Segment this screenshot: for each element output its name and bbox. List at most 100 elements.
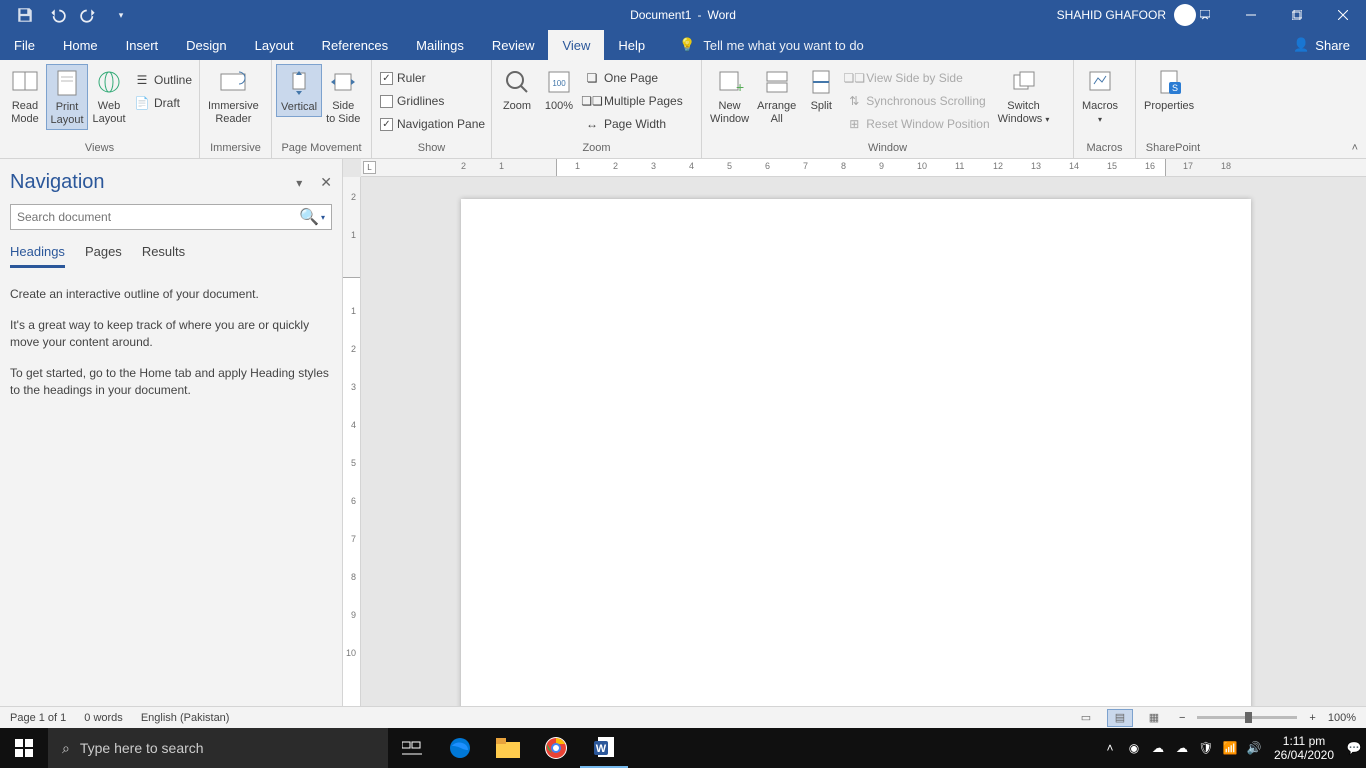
- zoom-slider[interactable]: [1197, 716, 1297, 719]
- language-indicator[interactable]: English (Pakistan): [141, 712, 230, 724]
- nav-tab-results[interactable]: Results: [142, 244, 185, 268]
- one-page-button[interactable]: ❏One Page: [584, 68, 683, 88]
- tab-home[interactable]: Home: [49, 30, 112, 60]
- task-view-icon[interactable]: [388, 728, 436, 768]
- tab-indicator-icon[interactable]: L: [363, 161, 376, 174]
- minimize-icon[interactable]: [1228, 0, 1274, 30]
- vertical-button[interactable]: Vertical: [276, 64, 322, 117]
- taskbar-search-placeholder: Type here to search: [80, 740, 204, 756]
- tray-chevron-icon[interactable]: ˄: [1098, 728, 1122, 768]
- search-icon: ⌕: [62, 740, 70, 757]
- collapse-ribbon-icon[interactable]: ˄: [1352, 142, 1358, 154]
- search-input[interactable]: [10, 204, 332, 230]
- nav-text-1: Create an interactive outline of your do…: [10, 286, 332, 303]
- tab-file[interactable]: File: [0, 30, 49, 60]
- tray-weather-icon[interactable]: ☁: [1170, 728, 1194, 768]
- read-mode-button[interactable]: Read Mode: [4, 64, 46, 128]
- gridlines-checkbox[interactable]: Gridlines: [380, 91, 485, 111]
- horizontal-ruler[interactable]: L 21123456789101112131415161718: [361, 159, 1366, 177]
- tab-mailings[interactable]: Mailings: [402, 30, 478, 60]
- tab-review[interactable]: Review: [478, 30, 549, 60]
- navigation-pane-checkbox[interactable]: ✓Navigation Pane: [380, 114, 485, 134]
- ribbon-display-icon[interactable]: [1182, 0, 1228, 30]
- properties-button[interactable]: SProperties: [1140, 64, 1198, 115]
- tray-wifi-icon[interactable]: 📶: [1218, 728, 1242, 768]
- navigation-title: Navigation: [10, 171, 105, 194]
- zoom-button[interactable]: Zoom: [496, 64, 538, 115]
- ruler-checkbox[interactable]: ✓Ruler: [380, 68, 485, 88]
- group-sharepoint-label: SharePoint: [1136, 142, 1210, 159]
- group-macros-label: Macros: [1074, 142, 1135, 159]
- zoom-out-button[interactable]: −: [1175, 712, 1189, 724]
- tab-insert[interactable]: Insert: [112, 30, 173, 60]
- zoom-100-button[interactable]: 100100%: [538, 64, 580, 115]
- tell-me-label: Tell me what you want to do: [703, 38, 863, 53]
- close-icon[interactable]: [1320, 0, 1366, 30]
- tell-me-search[interactable]: 💡 Tell me what you want to do: [679, 37, 864, 53]
- draft-button[interactable]: 📄Draft: [134, 93, 192, 113]
- search-icon[interactable]: 🔍 ▾: [294, 206, 330, 228]
- print-layout-view-icon[interactable]: ▤: [1107, 709, 1133, 727]
- edge-icon[interactable]: [436, 728, 484, 768]
- tab-view[interactable]: View: [548, 30, 604, 60]
- ribbon: Read Mode Print Layout Web Layout ☰Outli…: [0, 60, 1366, 159]
- document-area: L 21123456789101112131415161718 21123456…: [343, 159, 1366, 728]
- side-to-side-button[interactable]: Side to Side: [322, 64, 364, 128]
- tab-help[interactable]: Help: [604, 30, 659, 60]
- tray-meet-icon[interactable]: ◉: [1122, 728, 1146, 768]
- web-layout-button[interactable]: Web Layout: [88, 64, 130, 128]
- taskbar: ⌕ Type here to search W ˄ ◉ ☁ ☁ 🛡 📶 🔊 1:…: [0, 728, 1366, 768]
- split-button[interactable]: Split: [800, 64, 842, 115]
- ribbon-tabs: File Home Insert Design Layout Reference…: [0, 30, 1366, 60]
- page-indicator[interactable]: Page 1 of 1: [10, 712, 66, 724]
- tab-references[interactable]: References: [308, 30, 402, 60]
- nav-close-icon[interactable]: ✕: [320, 174, 332, 191]
- group-views-label: Views: [0, 142, 199, 159]
- status-bar: Page 1 of 1 0 words English (Pakistan) ▭…: [0, 706, 1366, 728]
- page-width-button[interactable]: ↔Page Width: [584, 114, 683, 134]
- tray-onedrive-icon[interactable]: ☁: [1146, 728, 1170, 768]
- group-zoom-label: Zoom: [492, 142, 701, 159]
- undo-icon[interactable]: [48, 6, 66, 24]
- svg-text:100: 100: [552, 79, 566, 88]
- zoom-level[interactable]: 100%: [1328, 712, 1356, 724]
- nav-tab-headings[interactable]: Headings: [10, 244, 65, 268]
- reset-window-button: ⊞Reset Window Position: [846, 114, 989, 134]
- taskbar-clock[interactable]: 1:11 pm 26/04/2020: [1266, 734, 1342, 762]
- word-count[interactable]: 0 words: [84, 712, 123, 724]
- file-explorer-icon[interactable]: [484, 728, 532, 768]
- title-sep: -: [697, 8, 701, 22]
- vertical-ruler[interactable]: 2112345678910: [343, 177, 361, 728]
- read-mode-view-icon[interactable]: ▭: [1073, 709, 1099, 727]
- multiple-pages-button[interactable]: ❏❏Multiple Pages: [584, 91, 683, 111]
- save-icon[interactable]: [16, 6, 34, 24]
- start-button[interactable]: [0, 728, 48, 768]
- svg-text:+: +: [736, 79, 744, 95]
- maximize-icon[interactable]: [1274, 0, 1320, 30]
- chrome-icon[interactable]: [532, 728, 580, 768]
- immersive-reader-button[interactable]: Immersive Reader: [204, 64, 263, 128]
- group-immersive-label: Immersive: [200, 142, 271, 159]
- tray-volume-icon[interactable]: 🔊: [1242, 728, 1266, 768]
- redo-icon[interactable]: [80, 6, 98, 24]
- macros-button[interactable]: Macros▾: [1078, 64, 1122, 128]
- notifications-icon[interactable]: 💬: [1342, 728, 1366, 768]
- qat-dropdown-icon[interactable]: ▾: [112, 6, 130, 24]
- tab-design[interactable]: Design: [172, 30, 240, 60]
- new-window-button[interactable]: +New Window: [706, 64, 753, 128]
- tray-security-icon[interactable]: 🛡: [1194, 728, 1218, 768]
- web-layout-view-icon[interactable]: ▦: [1141, 709, 1167, 727]
- word-icon[interactable]: W: [580, 728, 628, 768]
- switch-windows-button[interactable]: Switch Windows ▾: [994, 64, 1054, 128]
- taskbar-search[interactable]: ⌕ Type here to search: [48, 728, 388, 768]
- outline-button[interactable]: ☰Outline: [134, 70, 192, 90]
- print-layout-button[interactable]: Print Layout: [46, 64, 88, 130]
- document-page[interactable]: [461, 199, 1251, 728]
- tab-layout[interactable]: Layout: [241, 30, 308, 60]
- nav-dropdown-icon[interactable]: ▾: [296, 176, 302, 190]
- nav-tab-pages[interactable]: Pages: [85, 244, 122, 268]
- share-button[interactable]: 👤 Share: [1293, 37, 1350, 53]
- zoom-in-button[interactable]: +: [1305, 712, 1319, 724]
- user-name[interactable]: SHAHID GHAFOOR: [1057, 8, 1166, 22]
- arrange-all-button[interactable]: Arrange All: [753, 64, 800, 128]
